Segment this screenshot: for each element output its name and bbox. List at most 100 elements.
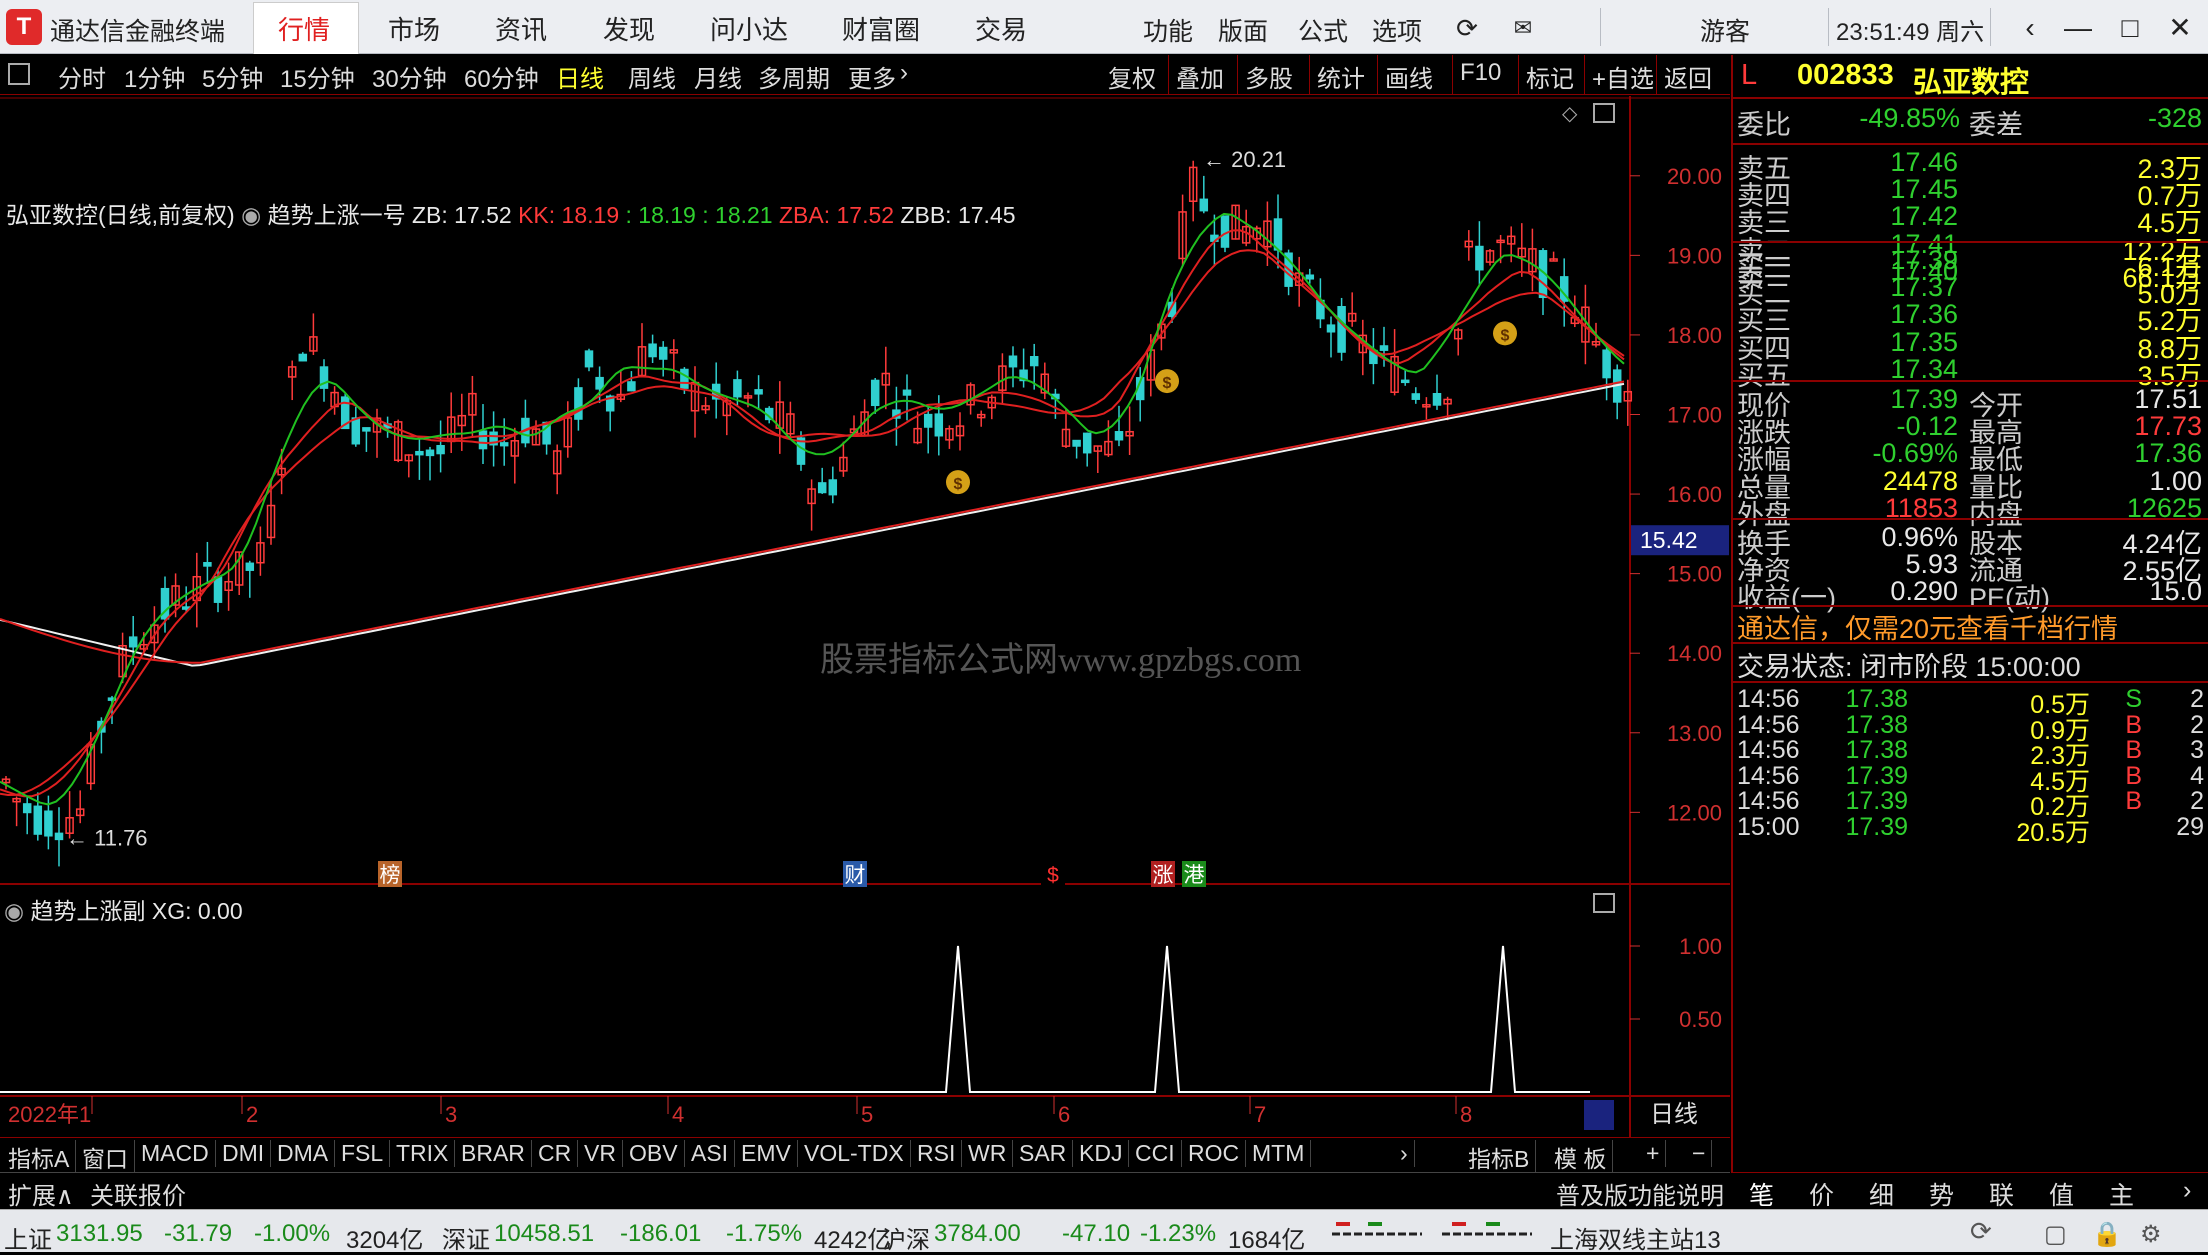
period-5[interactable]: 60分钟 (464, 59, 539, 94)
add-tab-icon[interactable]: + (1640, 1140, 1667, 1167)
divider (1168, 55, 1169, 95)
minimize-icon[interactable]: — (2058, 8, 2098, 48)
quote-tab-1[interactable]: 价 (1809, 1176, 1834, 1212)
quote-tab-6[interactable]: 主 (2109, 1176, 2134, 1212)
indicator-tab-3[interactable]: DMI (216, 1140, 272, 1167)
sub-y-tick-label: 0.50 (1679, 1007, 1722, 1032)
top-menu-0[interactable]: 功能 (1143, 12, 1193, 48)
tool-3[interactable]: 统计 (1317, 59, 1365, 94)
tool-8[interactable]: 返回 (1664, 59, 1712, 94)
guest-label[interactable]: 游客 (1700, 12, 1750, 48)
indicator-b-tab[interactable]: 指标B (1462, 1140, 1537, 1174)
candlestick-chart[interactable]: 20.00 19.00 18.00 17.00 16.00 15.00 14.00 13.00… (0, 96, 1730, 1137)
period-2[interactable]: 5分钟 (202, 59, 263, 94)
quote-tab-5[interactable]: 值 (2049, 1176, 2074, 1212)
refresh-icon[interactable]: ⟳ (1447, 8, 1487, 48)
diamond-icon[interactable]: ◇ (1562, 103, 1578, 125)
indicator-tab-9[interactable]: VR (578, 1140, 623, 1167)
level-badge: L (1741, 59, 1758, 91)
indicator-tab-16[interactable]: SAR (1013, 1140, 1074, 1167)
indicator-tab-17[interactable]: KDJ (1073, 1140, 1130, 1167)
indicator-tab-18[interactable]: CCI (1129, 1140, 1182, 1167)
lock-icon[interactable]: 🔒 (2092, 1220, 2122, 1249)
quote-tab-2[interactable]: 细 (1869, 1176, 1894, 1212)
close-icon[interactable]: ✕ (2160, 8, 2200, 48)
mail-icon[interactable]: ✉ (1503, 8, 1543, 48)
quote-tab-3[interactable]: 势 (1929, 1176, 1954, 1212)
candle-body (584, 350, 594, 368)
indicator-tab-4[interactable]: DMA (271, 1140, 336, 1167)
maximize-icon[interactable]: □ (2110, 8, 2150, 48)
menu-6[interactable]: 交易 (975, 10, 1027, 47)
indicator-tab-19[interactable]: ROC (1182, 1140, 1247, 1167)
more-chevron-icon[interactable]: › (900, 59, 908, 87)
menu-5[interactable]: 财富圈 (842, 10, 920, 47)
menu-4[interactable]: 问小达 (710, 10, 788, 47)
indicator-tab-13[interactable]: VOL-TDX (798, 1140, 911, 1167)
promo-link[interactable]: 通达信，仅需20元查看千档行情 (1737, 607, 2118, 646)
tool-4[interactable]: 画线 (1385, 59, 1433, 94)
menu-3[interactable]: 发现 (603, 10, 655, 47)
quote-tabs-next-icon[interactable]: › (2183, 1176, 2191, 1205)
tool-0[interactable]: 复权 (1108, 59, 1156, 94)
remove-tab-icon[interactable]: − (1686, 1140, 1713, 1167)
period-8[interactable]: 月线 (694, 59, 742, 94)
indicator-tab-8[interactable]: CR (532, 1140, 579, 1167)
period-7[interactable]: 周线 (628, 59, 676, 94)
indicator-tabs: 指标A 窗口 MACD DMI DMA FSL TRIX BRAR CR VR OBV ASI EMV V… (0, 1137, 1730, 1174)
tool-5[interactable]: F10 (1460, 59, 1501, 87)
indicator-tab-15[interactable]: WR (962, 1140, 1014, 1167)
quote-tab-4[interactable]: 联 (1989, 1176, 2014, 1212)
stat2-value-2: 15.0 (2149, 576, 2202, 607)
server-name[interactable]: 上海双线主站13 (1550, 1220, 1721, 1255)
sub-indicator-dropdown-icon[interactable]: ◉ (4, 898, 24, 924)
y-tick-label: 15.00 (1667, 562, 1722, 587)
expand-button[interactable]: 扩展∧ (8, 1176, 74, 1211)
period-3[interactable]: 15分钟 (280, 59, 355, 94)
chart-window-icon[interactable] (1593, 103, 1615, 123)
tool-6[interactable]: 标记 (1526, 59, 1574, 94)
menu-0[interactable]: 行情 (278, 10, 330, 47)
hs-change: -47.10 (1062, 1220, 1131, 1247)
indicator-tab-10[interactable]: OBV (623, 1140, 685, 1167)
period-10[interactable]: 更多 (848, 59, 896, 94)
indicator-tab-0[interactable]: 指标A (2, 1140, 77, 1174)
indicator-tab-1[interactable]: 窗口 (76, 1140, 135, 1174)
settings-icon[interactable]: ⚙ (2140, 1220, 2162, 1249)
indicator-tab-20[interactable]: MTM (1246, 1140, 1312, 1167)
indicator-tab-12[interactable]: EMV (735, 1140, 798, 1167)
top-menu-2[interactable]: 公式 (1298, 12, 1348, 48)
indicator-tab-11[interactable]: ASI (685, 1140, 736, 1167)
more-tabs-chevron-icon[interactable]: › (1394, 1140, 1415, 1167)
help-button[interactable]: 普及版功能说明 (1556, 1176, 1724, 1211)
template-tab[interactable]: 模 板 (1548, 1140, 1614, 1174)
layout-toggle-icon[interactable] (8, 63, 30, 85)
back-arrow-icon[interactable]: ‹ (2010, 8, 2050, 48)
weicha-value: -328 (2147, 103, 2202, 133)
refresh-icon[interactable]: ⟳ (1970, 1216, 1992, 1247)
sh-amount: 3204亿 (346, 1227, 424, 1254)
top-menu-3[interactable]: 选项 (1372, 12, 1422, 48)
indicator-tab-14[interactable]: RSI (911, 1140, 963, 1167)
tool-2[interactable]: 多股 (1245, 59, 1293, 94)
indicator-tab-5[interactable]: FSL (335, 1140, 391, 1167)
related-quote-button[interactable]: 关联报价 (90, 1176, 186, 1211)
period-1[interactable]: 1分钟 (124, 59, 185, 94)
indicator-tab-6[interactable]: TRIX (390, 1140, 456, 1167)
period-6[interactable]: 日线 (556, 59, 604, 94)
menu-2[interactable]: 资讯 (495, 10, 547, 47)
top-menu-1[interactable]: 版面 (1218, 12, 1268, 48)
menu-1[interactable]: 市场 (388, 10, 440, 47)
period-4[interactable]: 30分钟 (372, 59, 447, 94)
tool-7[interactable]: +自选 (1592, 59, 1654, 94)
period-9[interactable]: 多周期 (758, 59, 830, 94)
indicator-tab-7[interactable]: BRAR (455, 1140, 532, 1167)
candle-body (828, 479, 838, 496)
window-icon[interactable]: ▢ (2044, 1220, 2067, 1249)
period-0[interactable]: 分时 (58, 59, 106, 94)
indicator-tab-2[interactable]: MACD (135, 1140, 216, 1167)
sub-window-icon[interactable] (1593, 893, 1615, 913)
quote-bottom-tabs: 笔价细势联值主 › (1731, 1172, 2208, 1210)
quote-tab-0[interactable]: 笔 (1749, 1176, 1774, 1212)
tool-1[interactable]: 叠加 (1176, 59, 1224, 94)
